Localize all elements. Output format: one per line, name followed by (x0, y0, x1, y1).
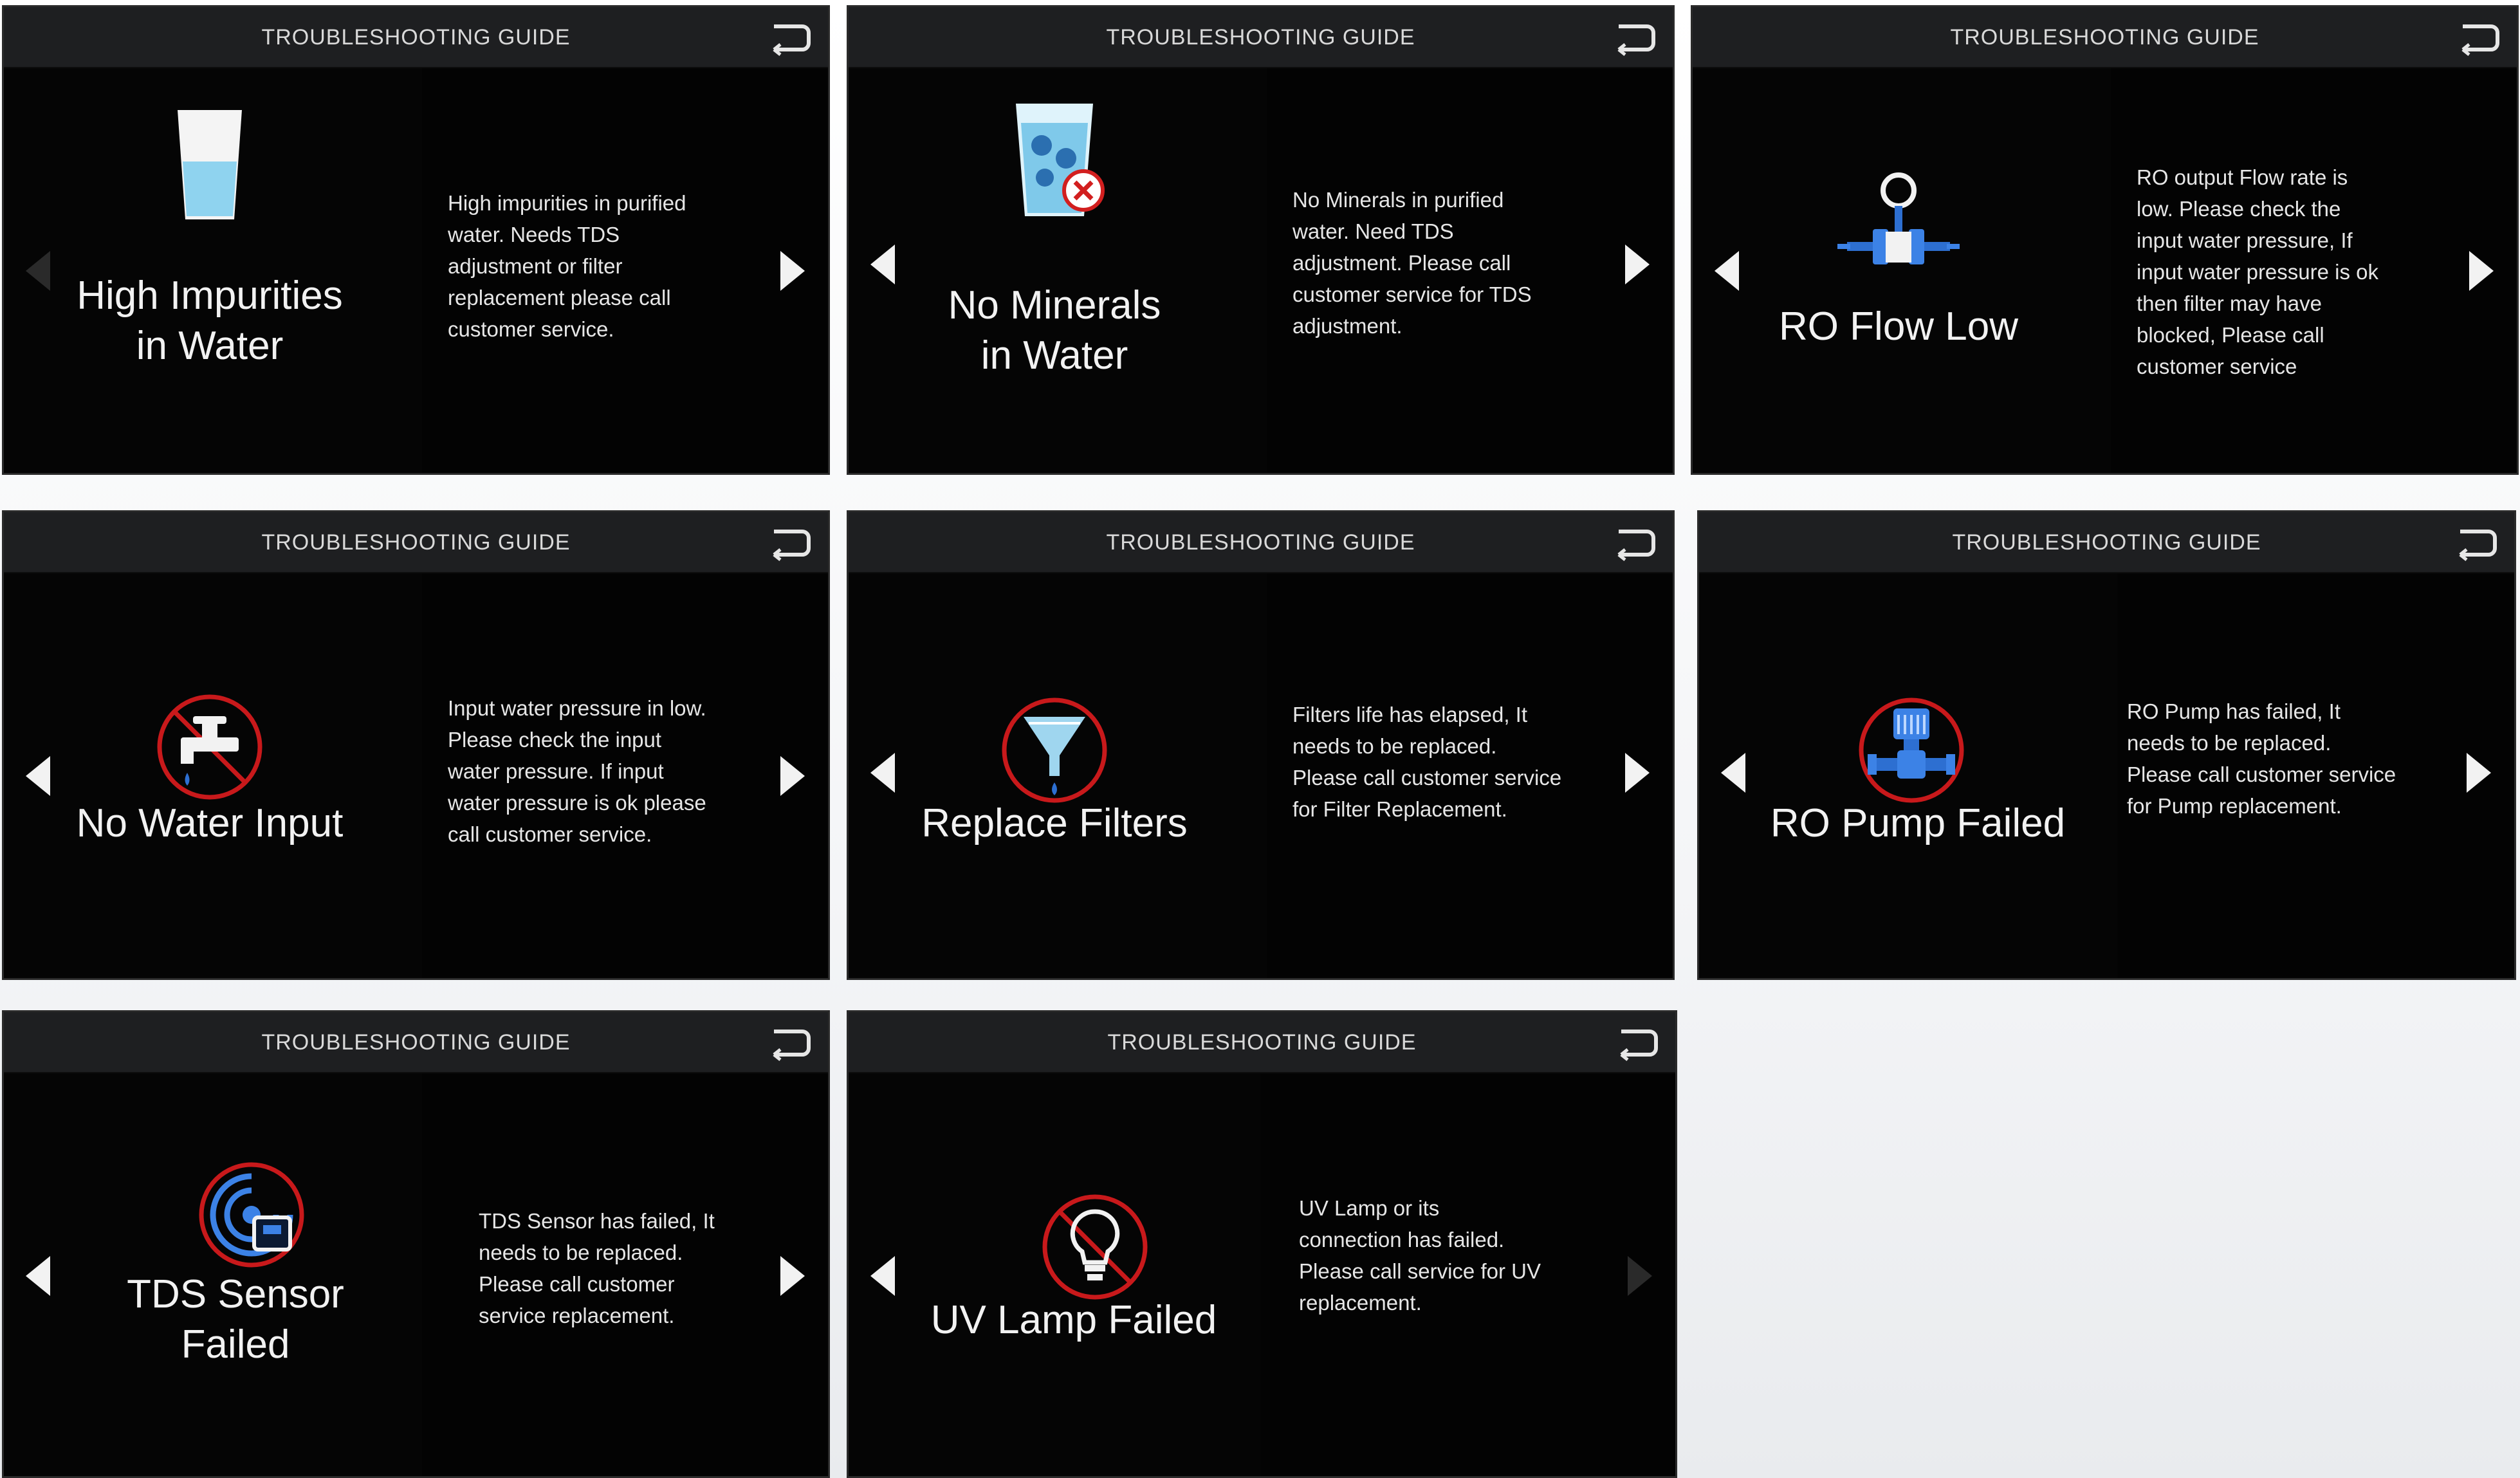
pump-failed-icon (1844, 686, 1979, 815)
panel-header: TROUBLESHOOTING GUIDE (1699, 512, 2514, 573)
back-arrow-icon (773, 24, 811, 56)
panel-header: TROUBLESHOOTING GUIDE (4, 7, 828, 68)
prev-arrow-button[interactable] (867, 750, 897, 795)
back-arrow-icon (2461, 24, 2499, 56)
next-arrow-button[interactable] (778, 248, 809, 293)
triangle-left-icon (1715, 251, 1739, 291)
fault-title: UV Lamp Failed (930, 1298, 1217, 1342)
back-button[interactable] (769, 1025, 811, 1061)
panel-no-minerals: TROUBLESHOOTING GUIDE No Minerals in Wat… (847, 5, 1675, 475)
panel-header: TROUBLESHOOTING GUIDE (849, 512, 1673, 573)
triangle-right-icon (780, 1256, 805, 1296)
triangle-left-icon (26, 1256, 50, 1296)
panel-high-impurities: TROUBLESHOOTING GUIDE High Impurities in… (2, 5, 830, 475)
header-title: TROUBLESHOOTING GUIDE (261, 530, 571, 555)
next-arrow-button[interactable] (1623, 242, 1653, 287)
triangle-left-icon (1721, 753, 1745, 793)
prev-arrow-button[interactable] (22, 248, 53, 293)
header-title: TROUBLESHOOTING GUIDE (261, 1030, 571, 1055)
next-arrow-button[interactable] (1623, 750, 1653, 795)
triangle-right-icon (1628, 1256, 1652, 1296)
header-title: TROUBLESHOOTING GUIDE (1107, 1030, 1417, 1055)
back-button[interactable] (769, 525, 811, 561)
fault-title: No Water Input (76, 801, 344, 845)
tds-sensor-failed-icon (184, 1150, 319, 1279)
triangle-right-icon (780, 756, 805, 796)
prev-arrow-button[interactable] (1711, 248, 1742, 293)
fault-description: High impurities in purified water. Needs… (448, 191, 686, 341)
filter-funnel-icon (987, 686, 1122, 815)
panel-header: TROUBLESHOOTING GUIDE (4, 1012, 828, 1073)
triangle-left-icon (26, 251, 50, 291)
next-arrow-button[interactable] (778, 753, 809, 799)
fault-description: Filters life has elapsed, It needs to be… (1292, 703, 1562, 821)
back-arrow-icon (1617, 530, 1655, 561)
fault-description: Input water pressure in low. Please chec… (448, 696, 706, 846)
back-button[interactable] (1616, 1025, 1659, 1061)
flow-valve-icon (1831, 171, 1966, 300)
back-button[interactable] (2458, 20, 2500, 56)
back-arrow-icon (773, 530, 811, 561)
next-arrow-button[interactable] (2464, 750, 2495, 795)
header-title: TROUBLESHOOTING GUIDE (1106, 25, 1415, 50)
triangle-right-icon (1625, 245, 1650, 284)
triangle-right-icon (780, 251, 805, 291)
fault-description: UV Lamp or its connection has failed. Pl… (1299, 1196, 1541, 1315)
fault-description: RO Pump has failed, It needs to be repla… (2127, 699, 2396, 818)
triangle-left-icon (26, 756, 50, 796)
fault-title: TDS Sensor Failed (127, 1272, 344, 1367)
panel-ro-pump-failed: TROUBLESHOOTING GUIDE RO Pump Failed RO … (1697, 510, 2516, 980)
triangle-left-icon (870, 1256, 895, 1296)
fault-description: TDS Sensor has failed, It needs to be re… (479, 1209, 715, 1327)
triangle-right-icon (2469, 251, 2494, 291)
panel-ro-flow-low: TROUBLESHOOTING GUIDE RO Flow Low RO out… (1691, 5, 2519, 475)
fault-title: Replace Filters (921, 801, 1188, 845)
triangle-right-icon (1625, 753, 1650, 793)
back-arrow-icon (1617, 24, 1655, 56)
triangle-left-icon (870, 753, 895, 793)
panel-header: TROUBLESHOOTING GUIDE (4, 512, 828, 573)
back-arrow-icon (1620, 1030, 1658, 1061)
back-arrow-icon (2459, 530, 2497, 561)
fault-title: High Impurities in Water (77, 273, 343, 368)
header-title: TROUBLESHOOTING GUIDE (1950, 25, 2259, 50)
panel-uv-lamp-failed: TROUBLESHOOTING GUIDE UV Lamp Failed UV … (847, 1010, 1677, 1478)
back-button[interactable] (1614, 20, 1656, 56)
panel-header: TROUBLESHOOTING GUIDE (1693, 7, 2517, 68)
prev-arrow-button[interactable] (867, 1253, 897, 1298)
prev-arrow-button[interactable] (1717, 750, 1748, 795)
back-arrow-icon (773, 1030, 811, 1061)
fault-title: No Minerals in Water (948, 283, 1161, 378)
prev-arrow-button[interactable] (22, 1253, 53, 1298)
triangle-right-icon (2467, 753, 2491, 793)
fault-title: RO Pump Failed (1770, 801, 2066, 845)
minerals-missing-icon (987, 94, 1122, 223)
back-button[interactable] (1614, 525, 1656, 561)
next-arrow-button[interactable] (778, 1253, 809, 1298)
water-glass-icon (142, 100, 277, 229)
fault-description: No Minerals in purified water. Need TDS … (1292, 188, 1532, 338)
panel-header: TROUBLESHOOTING GUIDE (849, 1012, 1675, 1073)
back-button[interactable] (2455, 525, 2497, 561)
panel-replace-filters: TROUBLESHOOTING GUIDE Replace Filters Fi… (847, 510, 1675, 980)
panel-tds-sensor-failed: TROUBLESHOOTING GUIDE TDS Sensor Failed … (2, 1010, 830, 1478)
next-arrow-button[interactable] (2467, 248, 2497, 293)
troubleshooting-screens-grid: TROUBLESHOOTING GUIDE High Impurities in… (0, 0, 2520, 1478)
header-title: TROUBLESHOOTING GUIDE (1952, 530, 2261, 555)
fault-title: RO Flow Low (1778, 304, 2019, 349)
no-water-tap-icon (142, 683, 277, 811)
next-arrow-button[interactable] (1625, 1253, 1656, 1298)
panel-header: TROUBLESHOOTING GUIDE (849, 7, 1673, 68)
back-button[interactable] (769, 20, 811, 56)
triangle-left-icon (870, 245, 895, 284)
fault-description: RO output Flow rate is low. Please check… (2137, 165, 2379, 378)
header-title: TROUBLESHOOTING GUIDE (261, 25, 571, 50)
panel-no-water-input: TROUBLESHOOTING GUIDE No Water Input Inp… (2, 510, 830, 980)
prev-arrow-button[interactable] (22, 753, 53, 799)
prev-arrow-button[interactable] (867, 242, 897, 287)
uv-lamp-failed-icon (1027, 1183, 1163, 1311)
header-title: TROUBLESHOOTING GUIDE (1106, 530, 1415, 555)
